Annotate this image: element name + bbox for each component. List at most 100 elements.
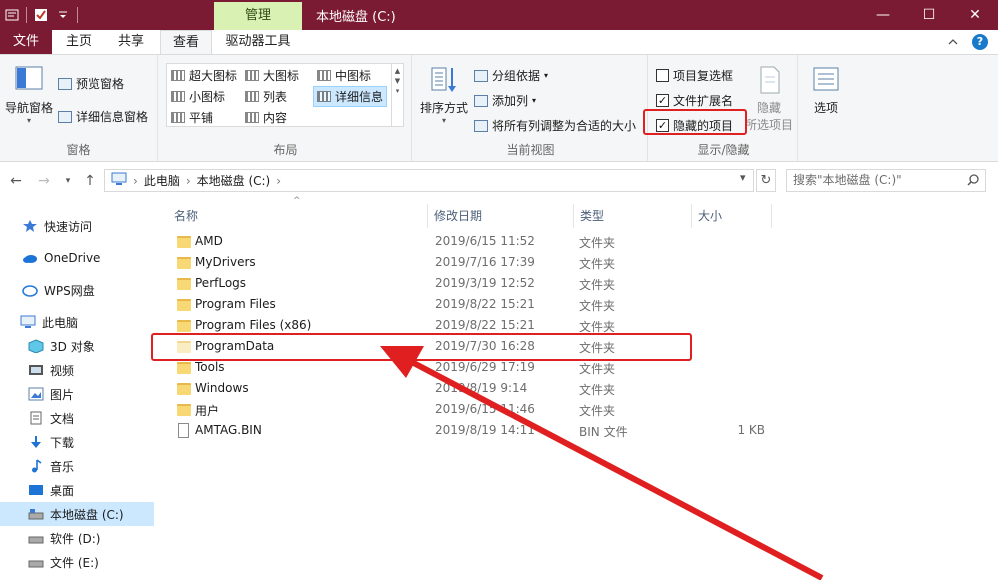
nav-item-documents[interactable]: 文档 bbox=[0, 406, 154, 430]
file-name: AMTAG.BIN bbox=[195, 423, 262, 437]
cloud-icon bbox=[22, 251, 38, 265]
minimize-button[interactable]: — bbox=[860, 0, 906, 30]
nav-item-music[interactable]: 音乐 bbox=[0, 454, 154, 478]
group-by-button[interactable]: 分组依据 ▾ bbox=[474, 67, 548, 84]
properties-icon[interactable] bbox=[4, 7, 20, 23]
layout-details[interactable]: 详细信息 bbox=[313, 86, 388, 107]
table-row[interactable]: Tools 2019/6/29 17:19 文件夹 bbox=[170, 358, 950, 379]
nav-item-pictures[interactable]: 图片 bbox=[0, 382, 154, 406]
nav-item-downloads[interactable]: 下载 bbox=[0, 430, 154, 454]
up-button[interactable]: ↑ bbox=[80, 170, 100, 192]
file-date: 2019/3/19 12:52 bbox=[435, 276, 535, 290]
tab-share[interactable]: 共享 bbox=[108, 30, 154, 54]
preview-pane-button[interactable]: 预览窗格 bbox=[58, 75, 124, 92]
options-button[interactable]: 选项 bbox=[804, 65, 848, 116]
table-row[interactable]: AMD 2019/6/15 11:52 文件夹 bbox=[170, 232, 950, 253]
nav-item-this-pc[interactable]: 此电脑 bbox=[0, 310, 154, 334]
table-row[interactable]: Windows 2019/8/19 9:14 文件夹 bbox=[170, 379, 950, 400]
tab-home[interactable]: 主页 bbox=[56, 30, 102, 54]
star-icon bbox=[22, 219, 38, 233]
layout-small-icons[interactable]: 小图标 bbox=[171, 88, 225, 105]
file-name: MyDrivers bbox=[195, 255, 256, 269]
nav-item-label: 文档 bbox=[50, 411, 75, 426]
layout-medium-icons[interactable]: 中图标 bbox=[317, 67, 371, 84]
nav-item-desktop[interactable]: 桌面 bbox=[0, 478, 154, 502]
column-header-date[interactable]: 修改日期 bbox=[428, 204, 574, 228]
file-type: 文件夹 bbox=[579, 383, 616, 397]
file-extensions-checkbox[interactable]: ✓ bbox=[656, 94, 669, 107]
customize-qat-icon[interactable] bbox=[55, 7, 71, 23]
details-pane-button[interactable]: 详细信息窗格 bbox=[58, 108, 148, 125]
close-button[interactable]: ✕ bbox=[952, 0, 998, 30]
refresh-button[interactable]: ↻ bbox=[756, 169, 776, 192]
recent-locations-button[interactable]: ▾ bbox=[58, 170, 78, 192]
fit-columns-button[interactable]: 将所有列调整为合适的大小 bbox=[474, 117, 636, 134]
help-icon[interactable]: ? bbox=[972, 34, 988, 50]
back-button[interactable]: ← bbox=[6, 170, 26, 192]
hide-selected-button[interactable]: 隐藏 所选项目 bbox=[744, 65, 794, 133]
breadcrumb-this-pc[interactable]: 此电脑 bbox=[144, 172, 180, 189]
group-label-layout: 布局 bbox=[273, 143, 298, 157]
forward-button[interactable]: → bbox=[34, 170, 54, 192]
add-column-button[interactable]: 添加列 ▾ bbox=[474, 92, 536, 109]
file-name: Program Files bbox=[195, 297, 276, 311]
table-row[interactable]: MyDrivers 2019/7/16 17:39 文件夹 bbox=[170, 253, 950, 274]
cube-icon bbox=[28, 339, 44, 354]
file-extensions-label: 文件扩展名 bbox=[673, 94, 734, 108]
nav-item-local-disk-c[interactable]: 本地磁盘 (C:) bbox=[0, 502, 154, 526]
file-name: 用户 bbox=[195, 404, 220, 418]
hide-selected-label-2: 所选项目 bbox=[744, 118, 793, 132]
layout-list[interactable]: 列表 bbox=[245, 88, 287, 105]
ribbon-group-current-view: 排序方式 ▾ 分组依据 ▾ 添加列 ▾ 将所有列调整为合适的大小 当前视图 bbox=[414, 55, 648, 161]
layout-option-label: 列表 bbox=[263, 90, 288, 104]
file-type: 文件夹 bbox=[579, 257, 616, 271]
breadcrumb-local-disk[interactable]: 本地磁盘 (C:) bbox=[197, 172, 271, 189]
search-icon[interactable] bbox=[967, 174, 979, 186]
computer-icon bbox=[20, 315, 36, 329]
file-icon bbox=[178, 423, 189, 438]
address-bar[interactable]: › 此电脑 › 本地磁盘 (C:) › bbox=[104, 169, 754, 192]
nav-item-videos[interactable]: 视频 bbox=[0, 358, 154, 382]
folder-icon bbox=[177, 383, 191, 395]
table-row[interactable]: AMTAG.BIN 2019/8/19 14:11 BIN 文件 1 KB bbox=[170, 421, 950, 442]
tab-view[interactable]: 查看 bbox=[160, 30, 212, 55]
table-row[interactable]: 用户 2019/6/15 11:46 文件夹 bbox=[170, 400, 950, 421]
nav-item-drive-d[interactable]: 软件 (D:) bbox=[0, 526, 154, 550]
tab-drive-tools[interactable]: 驱动器工具 bbox=[218, 30, 298, 54]
layout-tiles[interactable]: 平铺 bbox=[171, 109, 213, 126]
nav-item-quick-access[interactable]: 快速访问 bbox=[0, 214, 154, 238]
qat-divider bbox=[26, 7, 27, 23]
file-type: 文件夹 bbox=[579, 299, 616, 313]
nav-item-drive-e[interactable]: 文件 (E:) bbox=[0, 550, 154, 574]
maximize-button[interactable]: ☐ bbox=[906, 0, 952, 30]
file-name: Windows bbox=[195, 381, 249, 395]
file-date: 2019/6/29 17:19 bbox=[435, 360, 535, 374]
nav-item-3d-objects[interactable]: 3D 对象 bbox=[0, 334, 154, 358]
column-header-name[interactable]: 名称 bbox=[168, 204, 428, 228]
layout-extra-large-icons[interactable]: 超大图标 bbox=[171, 67, 237, 84]
file-type: 文件夹 bbox=[579, 404, 616, 418]
nav-item-wps-cloud[interactable]: WPS网盘 bbox=[0, 278, 154, 302]
nav-item-onedrive[interactable]: OneDrive bbox=[0, 246, 154, 270]
address-dropdown-icon[interactable]: ▾ bbox=[740, 171, 746, 184]
tab-file[interactable]: 文件 bbox=[0, 30, 52, 54]
layout-large-icons[interactable]: 大图标 bbox=[245, 67, 299, 84]
search-input[interactable]: 搜索"本地磁盘 (C:)" bbox=[786, 169, 986, 192]
sort-by-button[interactable]: 排序方式 ▾ bbox=[418, 65, 470, 125]
table-row[interactable]: Program Files 2019/8/22 15:21 文件夹 bbox=[170, 295, 950, 316]
qat-divider bbox=[77, 7, 78, 23]
checklist-icon[interactable] bbox=[33, 7, 49, 23]
layout-gallery-scroll[interactable]: ▲ ▼ ▾ bbox=[391, 64, 403, 126]
column-header-type[interactable]: 类型 bbox=[574, 204, 692, 228]
nav-item-label: 图片 bbox=[50, 387, 75, 402]
item-checkboxes-checkbox[interactable] bbox=[656, 69, 669, 82]
file-date: 2019/8/22 15:21 bbox=[435, 297, 535, 311]
column-header-size[interactable]: 大小 bbox=[692, 204, 772, 228]
collapse-ribbon-icon[interactable] bbox=[948, 35, 958, 49]
manage-contextual-tab[interactable]: 管理 bbox=[214, 2, 302, 30]
table-row[interactable]: PerfLogs 2019/3/19 12:52 文件夹 bbox=[170, 274, 950, 295]
item-checkboxes-toggle[interactable]: 项目复选框 bbox=[656, 67, 733, 84]
navigation-pane-button[interactable]: 导航窗格 ▾ bbox=[4, 65, 54, 125]
layout-content[interactable]: 内容 bbox=[245, 109, 287, 126]
file-extensions-toggle[interactable]: ✓ 文件扩展名 bbox=[656, 92, 733, 109]
